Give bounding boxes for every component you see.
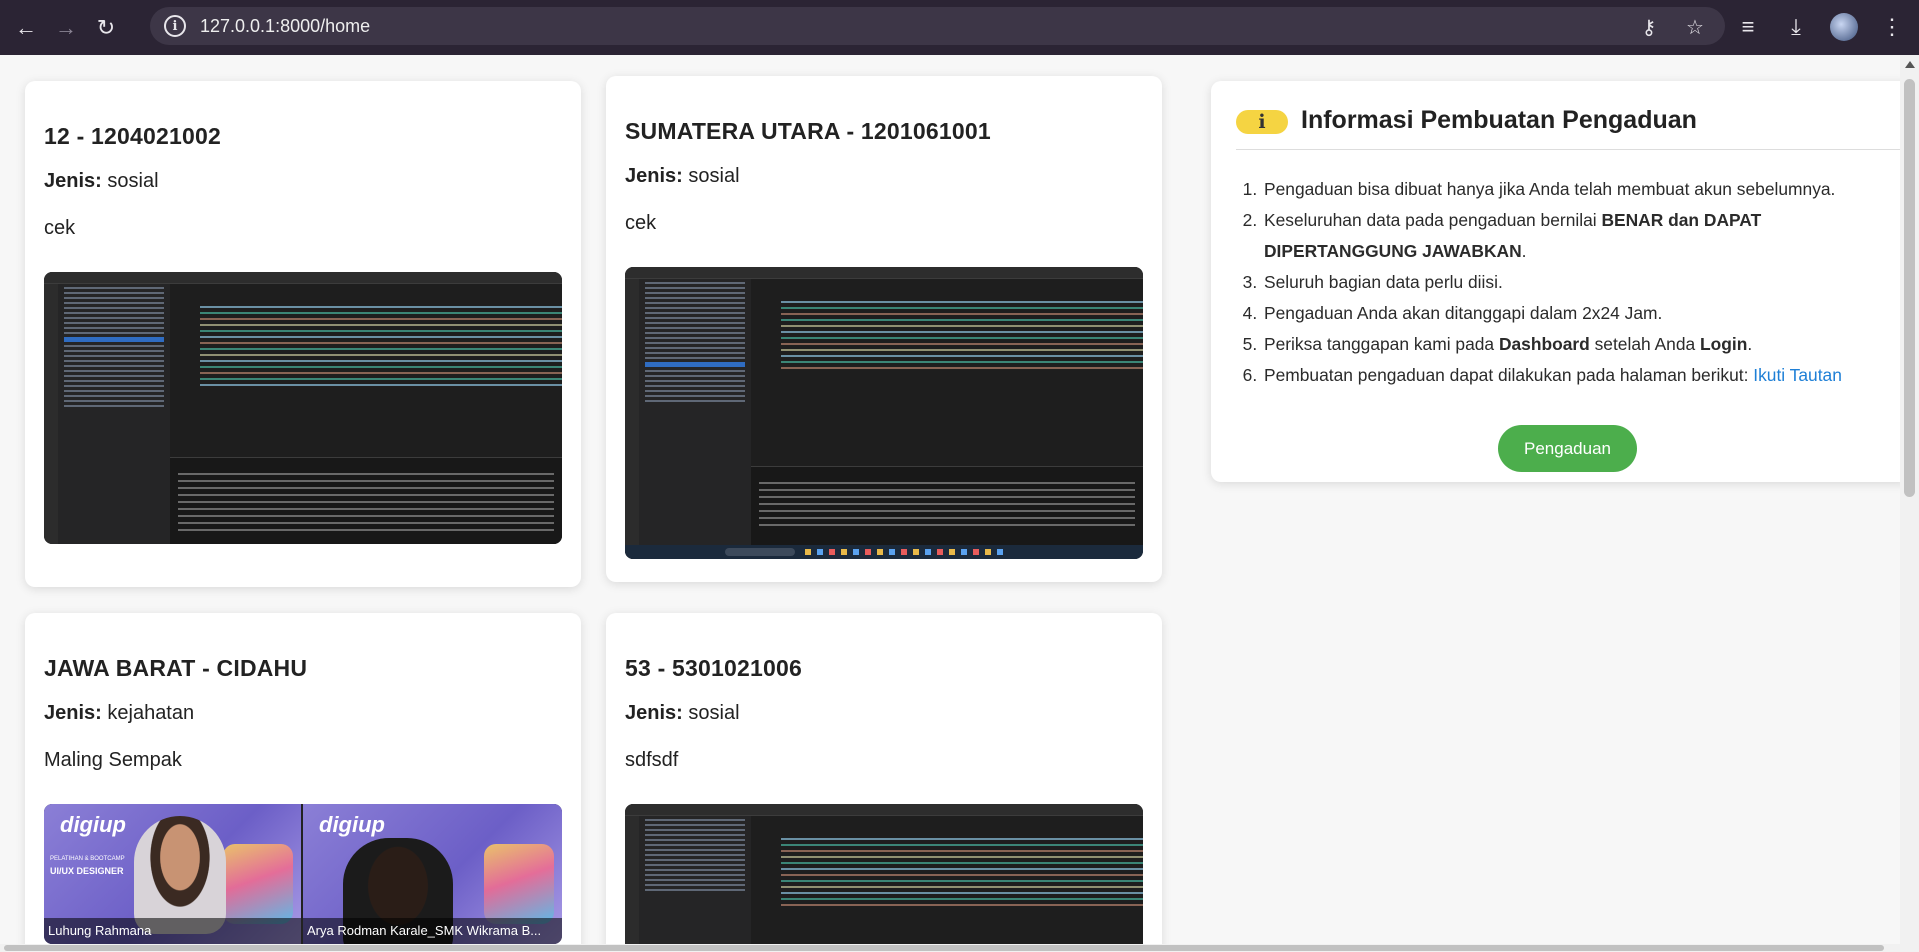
- card-title: 12 - 1204021002: [44, 123, 221, 149]
- complaint-image[interactable]: digiup PELATIHAN & BOOTCAMP UI/UX DESIGN…: [44, 804, 562, 944]
- info-item: Pengaduan bisa dibuat hanya jika Anda te…: [1262, 174, 1892, 205]
- info-item: Keseluruhan data pada pengaduan bernilai…: [1262, 205, 1892, 267]
- digiup-logo: digiup: [319, 812, 385, 837]
- password-key-icon[interactable]: ⚷: [1637, 15, 1661, 40]
- address-bar[interactable]: i 127.0.0.1:8000/home ⚷ ☆: [150, 7, 1725, 45]
- card-description: Maling Sempak: [44, 749, 182, 771]
- info-item: Periksa tanggapan kami pada Dashboard se…: [1262, 329, 1892, 360]
- info-icon: i: [1236, 110, 1288, 134]
- taskbar: [625, 545, 1143, 559]
- scrollbar-thumb[interactable]: [1904, 79, 1915, 497]
- card-description: cek: [44, 217, 76, 239]
- scroll-up-icon[interactable]: [1905, 61, 1915, 68]
- bookmark-star-icon[interactable]: ☆: [1683, 15, 1707, 40]
- complaint-image[interactable]: [625, 267, 1143, 559]
- back-icon[interactable]: ←: [6, 8, 46, 48]
- video-tile: digiup Arya Rodman Karale_SMK Wikrama B.…: [303, 804, 562, 944]
- info-item: Pembuatan pengaduan dapat dilakukan pada…: [1262, 360, 1892, 391]
- complaint-card[interactable]: JAWA BARAT - CIDAHU Jenis: kejahatan Mal…: [25, 613, 581, 952]
- participant-name: Arya Rodman Karale_SMK Wikrama B...: [303, 918, 562, 944]
- complaint-image[interactable]: [44, 272, 562, 544]
- follow-link[interactable]: Ikuti Tautan: [1753, 365, 1842, 385]
- card-jenis: Jenis: sosial: [44, 170, 159, 192]
- participant-video: [134, 816, 226, 934]
- card-description: sdfsdf: [625, 749, 679, 771]
- info-header: i Informasi Pembuatan Pengaduan: [1236, 106, 1911, 150]
- page-content: 12 - 1204021002 Jenis: sosial cek SUMATE…: [0, 55, 1919, 952]
- pengaduan-button[interactable]: Pengaduan: [1498, 425, 1637, 472]
- download-icon[interactable]: ⤓: [1775, 7, 1817, 47]
- browser-toolbar: ← → ↻ i 127.0.0.1:8000/home ⚷ ☆ ≡ ⤓ ⋮: [0, 0, 1919, 55]
- complaint-card[interactable]: 12 - 1204021002 Jenis: sosial cek: [25, 81, 581, 587]
- url-text[interactable]: 127.0.0.1:8000/home: [200, 16, 370, 37]
- participant-name: Luhung Rahmana: [44, 918, 301, 944]
- site-info-icon[interactable]: i: [164, 15, 186, 37]
- card-title: 53 - 5301021006: [625, 655, 802, 681]
- info-item: Seluruh bagian data perlu diisi.: [1262, 267, 1892, 298]
- complaint-card[interactable]: SUMATERA UTARA - 1201061001 Jenis: sosia…: [606, 76, 1162, 582]
- card-description: cek: [625, 212, 657, 234]
- reload-icon[interactable]: ↻: [86, 8, 126, 48]
- card-jenis: Jenis: kejahatan: [44, 702, 195, 724]
- complaint-card[interactable]: 53 - 5301021006 Jenis: sosial sdfsdf: [606, 613, 1162, 952]
- info-title: Informasi Pembuatan Pengaduan: [1301, 106, 1697, 134]
- card-title: SUMATERA UTARA - 1201061001: [625, 118, 991, 144]
- card-jenis: Jenis: sosial: [625, 165, 740, 187]
- media-control-icon[interactable]: ≡: [1727, 7, 1769, 47]
- video-tile: digiup PELATIHAN & BOOTCAMP UI/UX DESIGN…: [44, 804, 303, 944]
- card-title: JAWA BARAT - CIDAHU: [44, 655, 308, 681]
- complaint-image[interactable]: [625, 804, 1143, 952]
- info-panel: i Informasi Pembuatan Pengaduan Pengadua…: [1211, 81, 1911, 482]
- card-jenis: Jenis: sosial: [625, 702, 740, 724]
- horizontal-scrollbar[interactable]: [0, 944, 1900, 952]
- forward-icon[interactable]: →: [46, 8, 86, 48]
- menu-icon[interactable]: ⋮: [1871, 7, 1913, 47]
- digiup-logo: digiup: [60, 812, 126, 837]
- info-item: Pengaduan Anda akan ditanggapi dalam 2x2…: [1262, 298, 1892, 329]
- info-list: Pengaduan bisa dibuat hanya jika Anda te…: [1262, 174, 1892, 391]
- scrollbar-thumb[interactable]: [4, 945, 1884, 951]
- vertical-scrollbar[interactable]: [1900, 55, 1919, 952]
- profile-avatar[interactable]: [1823, 7, 1865, 47]
